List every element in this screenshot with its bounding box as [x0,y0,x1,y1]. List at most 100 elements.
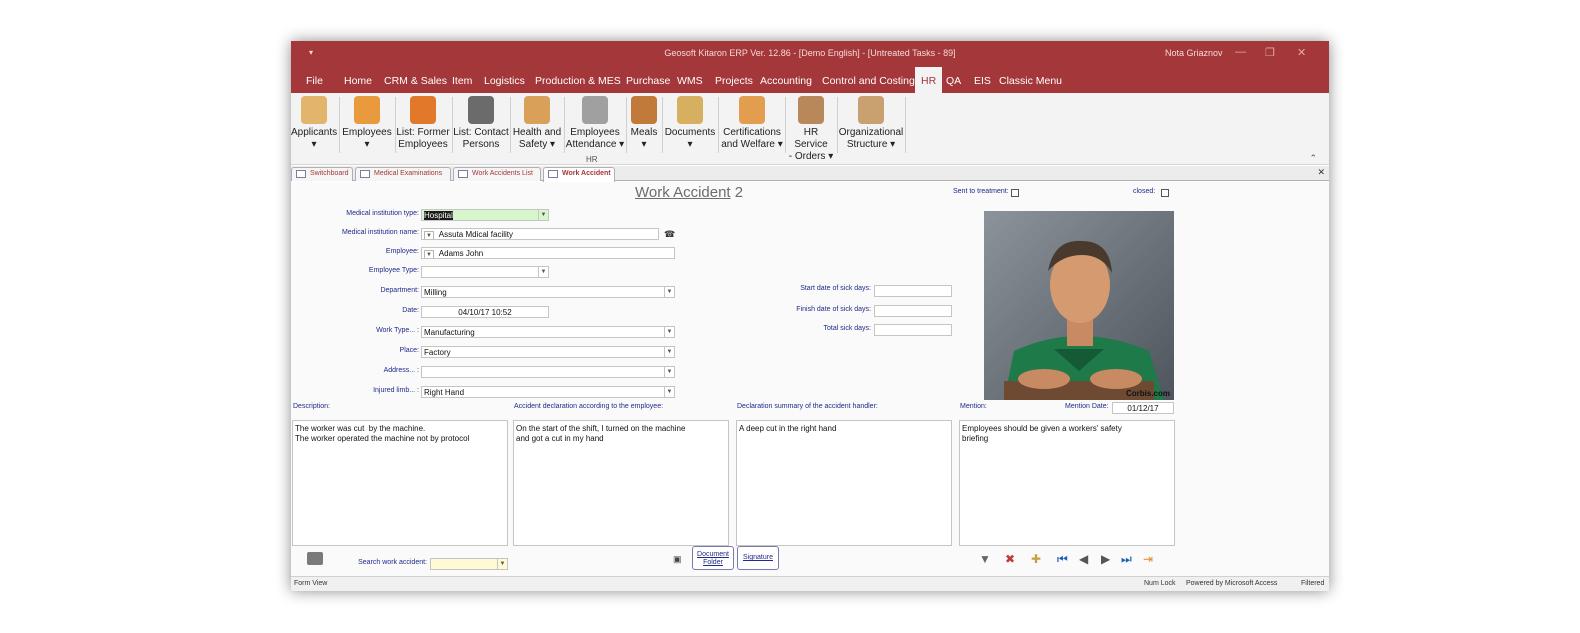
delete-record-icon[interactable]: ✖ [1005,552,1015,566]
applicants-button[interactable]: Applicants ▾ [291,96,337,151]
tab-home[interactable]: Home [344,75,372,87]
tab-control-costing[interactable]: Control and Costing [822,75,915,87]
collapse-ribbon-icon[interactable]: ⌃ [1309,153,1317,164]
documents-button[interactable]: Documents ▾ [663,96,717,151]
user-name[interactable]: Nota Griaznov [1165,48,1223,58]
document-folder-button[interactable]: Document Folder [692,546,734,570]
total-sick-days-field[interactable] [874,324,952,336]
minimize-button[interactable]: — [1235,46,1246,58]
tab-item[interactable]: Item [452,75,472,87]
folder-icon[interactable]: ▣ [673,554,682,565]
separator [339,97,340,153]
chevron-down-icon[interactable]: ▼ [664,387,674,397]
organizational-structure-button[interactable]: Organizational Structure ▾ [838,96,904,151]
tab-projects[interactable]: Projects [715,75,753,87]
sent-to-treatment-checkbox[interactable] [1011,189,1019,197]
print-icon[interactable] [307,552,323,565]
injured-limb-select[interactable]: Right Hand ▼ [421,386,675,398]
doc-tab-work-accident[interactable]: Work Accident [543,167,615,182]
mention-textarea[interactable]: Employees should be given a workers' saf… [959,420,1175,546]
close-document-icon[interactable]: ✕ [1317,167,1325,178]
signature-button[interactable]: Signature [737,546,779,570]
closed-checkbox[interactable] [1161,189,1169,197]
work-type-select[interactable]: Manufacturing ▼ [421,326,675,338]
meals-cutlery-icon [631,96,657,124]
chevron-down-icon[interactable]: ▼ [664,287,674,297]
chevron-down-icon[interactable]: ▼ [424,250,434,258]
employees-button[interactable]: Employees ▾ [341,96,393,151]
employee-label: Employee: [385,248,419,255]
doc-tab-work-accidents-list[interactable]: Work Accidents List [453,167,541,181]
button-label: Applicants [291,127,338,138]
meals-button[interactable]: Meals ▾ [627,96,661,151]
title-bar: ▾ Geosoft Kitaron ERP Ver. 12.86 - [Demo… [291,41,1329,67]
tab-logistics[interactable]: Logistics [484,75,525,87]
tab-production-mes[interactable]: Production & MES [535,75,621,87]
total-sick-days-label: Total sick days: [823,325,871,332]
tab-wms[interactable]: WMS [677,75,703,87]
tab-purchase[interactable]: Purchase [626,75,670,87]
new-record-icon[interactable]: ✚ [1031,552,1041,566]
app-window: ▾ Geosoft Kitaron ERP Ver. 12.86 - [Demo… [291,41,1329,591]
filter-icon[interactable]: ▼ [979,552,991,566]
tab-classic-menu[interactable]: Classic Menu [999,75,1062,87]
doc-tab-medical-examinations[interactable]: Medical Examinations [355,167,451,181]
start-sick-days-field[interactable] [874,285,952,297]
attendance-clock-icon [582,96,608,124]
contact-persons-button[interactable]: List: Contact Persons [453,96,509,151]
health-safety-icon [524,96,550,124]
finish-sick-days-field[interactable] [874,305,952,317]
ribbon: Applicants ▾ Employees ▾ List: Former Em… [291,93,1329,165]
chevron-down-icon[interactable]: ▼ [424,231,434,239]
former-employees-button[interactable]: List: Former Employees [396,96,450,151]
employee-field[interactable]: ▼ Adams John [421,247,675,259]
medical-institution-type-select[interactable]: Hospital ▼ [421,209,549,221]
certifications-welfare-button[interactable]: Certifications and Welfare ▾ [719,96,785,151]
employee-type-select[interactable]: ▼ [421,266,549,278]
hr-service-orders-button[interactable]: HR Service - Orders ▾ [786,96,836,163]
tab-hr[interactable]: HR [915,67,943,93]
org-structure-icon [858,96,884,124]
tab-file[interactable]: File [306,75,323,87]
button-label: Health and [512,127,562,138]
close-button[interactable]: ✕ [1297,46,1306,59]
place-select[interactable]: Factory ▼ [421,346,675,358]
tab-crm-sales[interactable]: CRM & Sales [384,75,447,87]
tab-accounting[interactable]: Accounting [760,75,812,87]
exit-form-icon[interactable]: ⇥ [1143,552,1153,566]
previous-record-icon[interactable]: ◀ [1079,552,1088,566]
restore-button[interactable]: ❐ [1265,46,1275,59]
doc-tab-switchboard[interactable]: Switchboard [291,167,353,181]
first-record-icon[interactable]: ⏮ [1057,552,1068,567]
health-safety-button[interactable]: Health and Safety ▾ [511,96,563,151]
description-textarea[interactable]: The worker was cut by the machine. The w… [292,420,508,546]
chevron-down-icon[interactable]: ▼ [538,267,548,277]
chevron-down-icon[interactable]: ▼ [497,559,507,569]
employees-attendance-button[interactable]: Employees Attendance ▾ [565,96,625,151]
tab-qa[interactable]: QA [946,75,961,87]
date-field[interactable]: 04/10/17 10:52 [421,306,549,318]
tab-eis[interactable]: EIS [974,75,991,87]
num-lock-indicator: Num Lock [1144,580,1176,587]
search-work-accident-select[interactable]: ▼ [430,558,508,570]
department-select[interactable]: Milling ▼ [421,286,675,298]
chevron-down-icon[interactable]: ▼ [538,210,548,220]
summary-textarea[interactable]: A deep cut in the right hand [736,420,952,546]
doc-tab-label: Switchboard [310,170,349,177]
place-label: Place: [399,347,419,354]
accident-number: 2 [734,184,744,201]
finish-sick-days-label: Finish date of sick days: [796,306,871,313]
chevron-down-icon[interactable]: ▼ [664,347,674,357]
declaration-textarea[interactable]: On the start of the shift, I turned on t… [513,420,729,546]
next-record-icon[interactable]: ▶ [1101,552,1110,566]
former-employees-icon [410,96,436,124]
mention-date-field[interactable]: 01/12/17 [1112,402,1174,414]
last-record-icon[interactable]: ⏭ [1121,552,1132,567]
medical-institution-type-label: Medical institution type: [346,210,419,217]
address-select[interactable]: ▼ [421,366,675,378]
chevron-down-icon[interactable]: ▼ [664,327,674,337]
chevron-down-icon[interactable]: ▼ [664,367,674,377]
phone-icon[interactable]: ☎ [664,229,675,240]
form-icon [458,170,468,178]
medical-institution-name-field[interactable]: ▼ Assuta Mdical facility [421,228,659,240]
